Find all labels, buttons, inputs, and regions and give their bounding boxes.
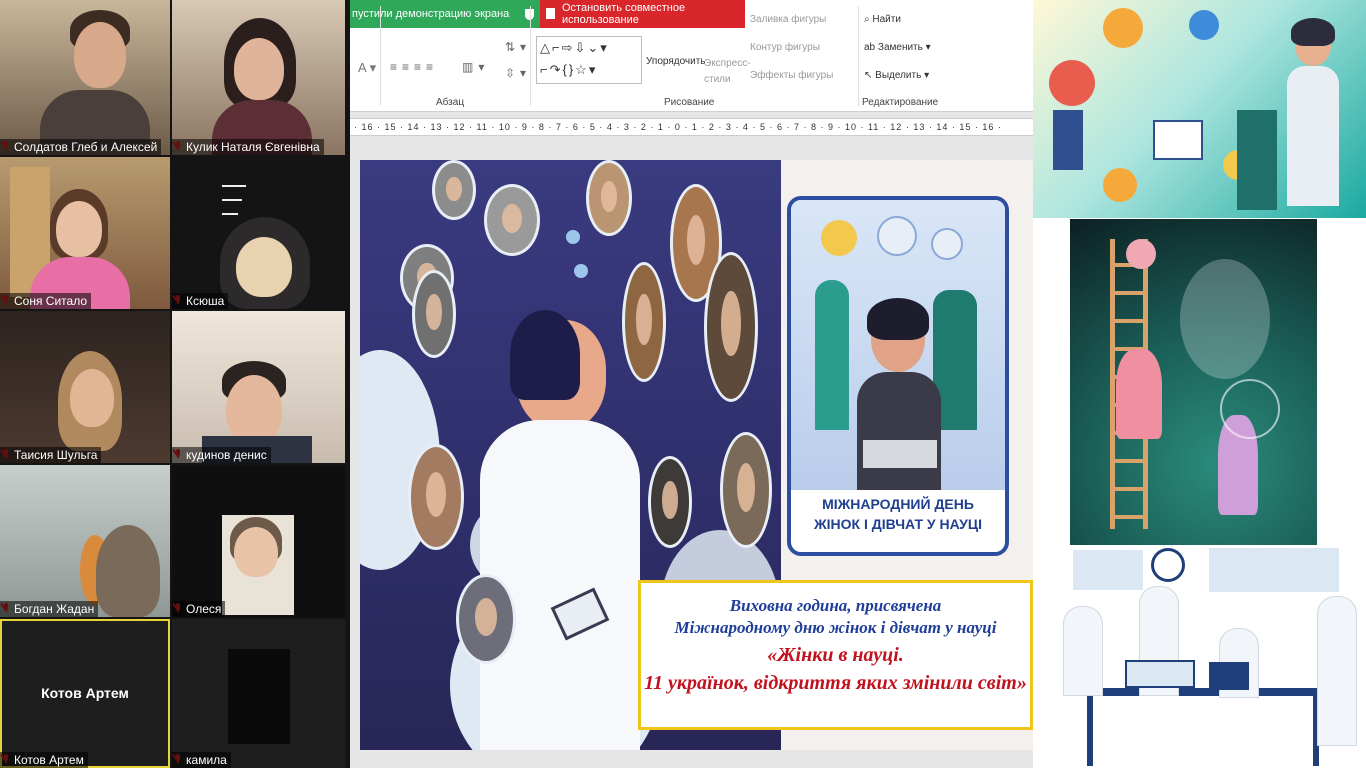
select-label: Выделить bbox=[875, 70, 922, 81]
caption-line: «Жінки в науці. bbox=[767, 644, 904, 666]
stop-share-button[interactable]: Остановить совместное использование bbox=[540, 0, 745, 28]
science-illustration bbox=[1033, 0, 1366, 218]
slide-caption: Виховна година, присвячена Міжнародному … bbox=[638, 580, 1033, 730]
scientist-portrait bbox=[408, 444, 464, 550]
poster-title: МІЖНАРОДНИЙ ДЕНЬ ЖІНОК І ДІВЧАТ У НАУЦІ bbox=[791, 494, 1005, 534]
scientist-portrait bbox=[456, 574, 516, 664]
text-direction-button[interactable]: ⇅▾ bbox=[505, 40, 531, 54]
group-label-drawing: Рисование bbox=[664, 97, 715, 108]
scientist-portrait bbox=[484, 184, 540, 256]
participant-name: камила bbox=[172, 752, 231, 768]
participant-tile-active-speaker[interactable]: Котов Артем Котов Артем bbox=[0, 619, 170, 768]
poster-title-line: МІЖНАРОДНИЙ ДЕНЬ bbox=[822, 496, 974, 512]
participant-name: Олеся bbox=[172, 601, 226, 617]
ribbon: пустили демонстрацию экрана Остановить с… bbox=[350, 0, 1033, 112]
scientist-portrait bbox=[586, 160, 632, 236]
screen: Солдатов Глеб и Алексей Кулик Наталя Євг… bbox=[0, 0, 1366, 768]
participant-name: Соня Ситало bbox=[0, 293, 92, 309]
replace-label: Заменить bbox=[877, 42, 923, 53]
ribbon-separator bbox=[530, 6, 531, 106]
group-label-paragraph: Абзац bbox=[436, 97, 465, 108]
columns-button[interactable]: ▥▾ bbox=[462, 60, 489, 74]
scientist-portrait bbox=[648, 456, 692, 548]
ribbon-separator bbox=[380, 6, 381, 106]
scientist-portrait bbox=[412, 270, 456, 358]
participant-tile[interactable]: Таисия Шульга bbox=[0, 311, 170, 463]
stop-icon bbox=[546, 8, 555, 19]
participant-name: кудинов денис bbox=[172, 447, 271, 463]
caption-line: Міжнародному дню жінок і дівчат у науці bbox=[674, 618, 997, 637]
arrange-button[interactable]: Упорядочить bbox=[646, 56, 706, 67]
participant-name: Таисия Шульга bbox=[0, 447, 102, 463]
horizontal-ruler: · 16 · 15 · 14 · 13 · 12 · 11 · 10 · 9 ·… bbox=[350, 118, 1033, 136]
slide: МІЖНАРОДНИЙ ДЕНЬ ЖІНОК І ДІВЧАТ У НАУЦІ … bbox=[360, 160, 1033, 750]
participant-tile[interactable]: Ксюша bbox=[172, 157, 345, 309]
participant-name: Котов Артем bbox=[0, 752, 88, 768]
select-button[interactable]: ↖ Выделить ▾ bbox=[864, 70, 929, 81]
group-label-editing: Редактирование bbox=[862, 97, 939, 108]
women-painting-stars-illustration bbox=[1070, 219, 1317, 545]
replace-icon: ab bbox=[864, 42, 878, 53]
lab-scientists-illustration bbox=[1033, 546, 1366, 768]
scientist-hair bbox=[510, 310, 580, 400]
poster-illustration bbox=[791, 200, 1005, 490]
participant-tile[interactable]: Олеся bbox=[172, 465, 345, 617]
find-button[interactable]: ⌕ Найти bbox=[864, 14, 901, 25]
find-label: Найти bbox=[872, 14, 901, 25]
participant-name: Ксюша bbox=[172, 293, 229, 309]
scientist-portrait bbox=[704, 252, 758, 402]
poster: МІЖНАРОДНИЙ ДЕНЬ ЖІНОК І ДІВЧАТ У НАУЦІ bbox=[787, 196, 1009, 556]
stop-share-label: Остановить совместное использование bbox=[562, 2, 686, 26]
decorative-images bbox=[1033, 0, 1366, 768]
presentation-window: пустили демонстрацию экрана Остановить с… bbox=[350, 0, 1033, 768]
replace-button[interactable]: ab Заменить ▾ bbox=[864, 42, 931, 53]
caption-line: Виховна година, присвячена bbox=[729, 596, 942, 615]
caption-line: 11 українок, відкриття яких змінили світ… bbox=[644, 672, 1027, 694]
align-text-button[interactable]: ⇳▾ bbox=[505, 66, 531, 80]
scientist-portrait bbox=[432, 160, 476, 220]
participant-tile[interactable]: камила bbox=[172, 619, 345, 768]
participant-tile[interactable]: Соня Ситало bbox=[0, 157, 170, 309]
participant-gallery: Солдатов Глеб и Алексей Кулик Наталя Євг… bbox=[0, 0, 350, 768]
participant-tile[interactable]: кудинов денис bbox=[172, 311, 345, 463]
quick-styles-button[interactable]: Экспресс- стили bbox=[704, 56, 751, 88]
screen-share-indicator: пустили демонстрацию экрана bbox=[350, 0, 540, 28]
participant-name: Богдан Жадан bbox=[0, 601, 99, 617]
participant-name: Солдатов Глеб и Алексей bbox=[0, 139, 162, 155]
shape-effects-button[interactable]: Эффекты фигуры bbox=[750, 70, 833, 81]
participant-display-name: Котов Артем bbox=[41, 685, 129, 701]
font-color-button[interactable]: A ▾ bbox=[358, 60, 376, 76]
shapes-gallery[interactable]: △⌐⇨⇩⌄▾ ⌐↷{}☆▾ bbox=[536, 36, 642, 84]
scientist-portrait bbox=[622, 262, 666, 382]
poster-title-line: ЖІНОК І ДІВЧАТ У НАУЦІ bbox=[814, 516, 982, 532]
shape-fill-button[interactable]: Заливка фигуры bbox=[750, 14, 826, 25]
shape-outline-button[interactable]: Контур фигуры bbox=[750, 42, 820, 53]
participant-tile[interactable]: Богдан Жадан bbox=[0, 465, 170, 617]
cursor-icon: ↖ bbox=[864, 70, 876, 81]
screen-share-label: пустили демонстрацию экрана bbox=[352, 8, 510, 20]
alignment-buttons[interactable]: ≡≡≡≡ bbox=[390, 60, 438, 74]
participant-tile[interactable]: Солдатов Глеб и Алексей bbox=[0, 0, 170, 155]
scientist-portrait bbox=[720, 432, 772, 548]
ribbon-separator bbox=[858, 6, 859, 106]
participant-tile[interactable]: Кулик Наталя Євгенівна bbox=[172, 0, 345, 155]
participant-name: Кулик Наталя Євгенівна bbox=[172, 139, 324, 155]
